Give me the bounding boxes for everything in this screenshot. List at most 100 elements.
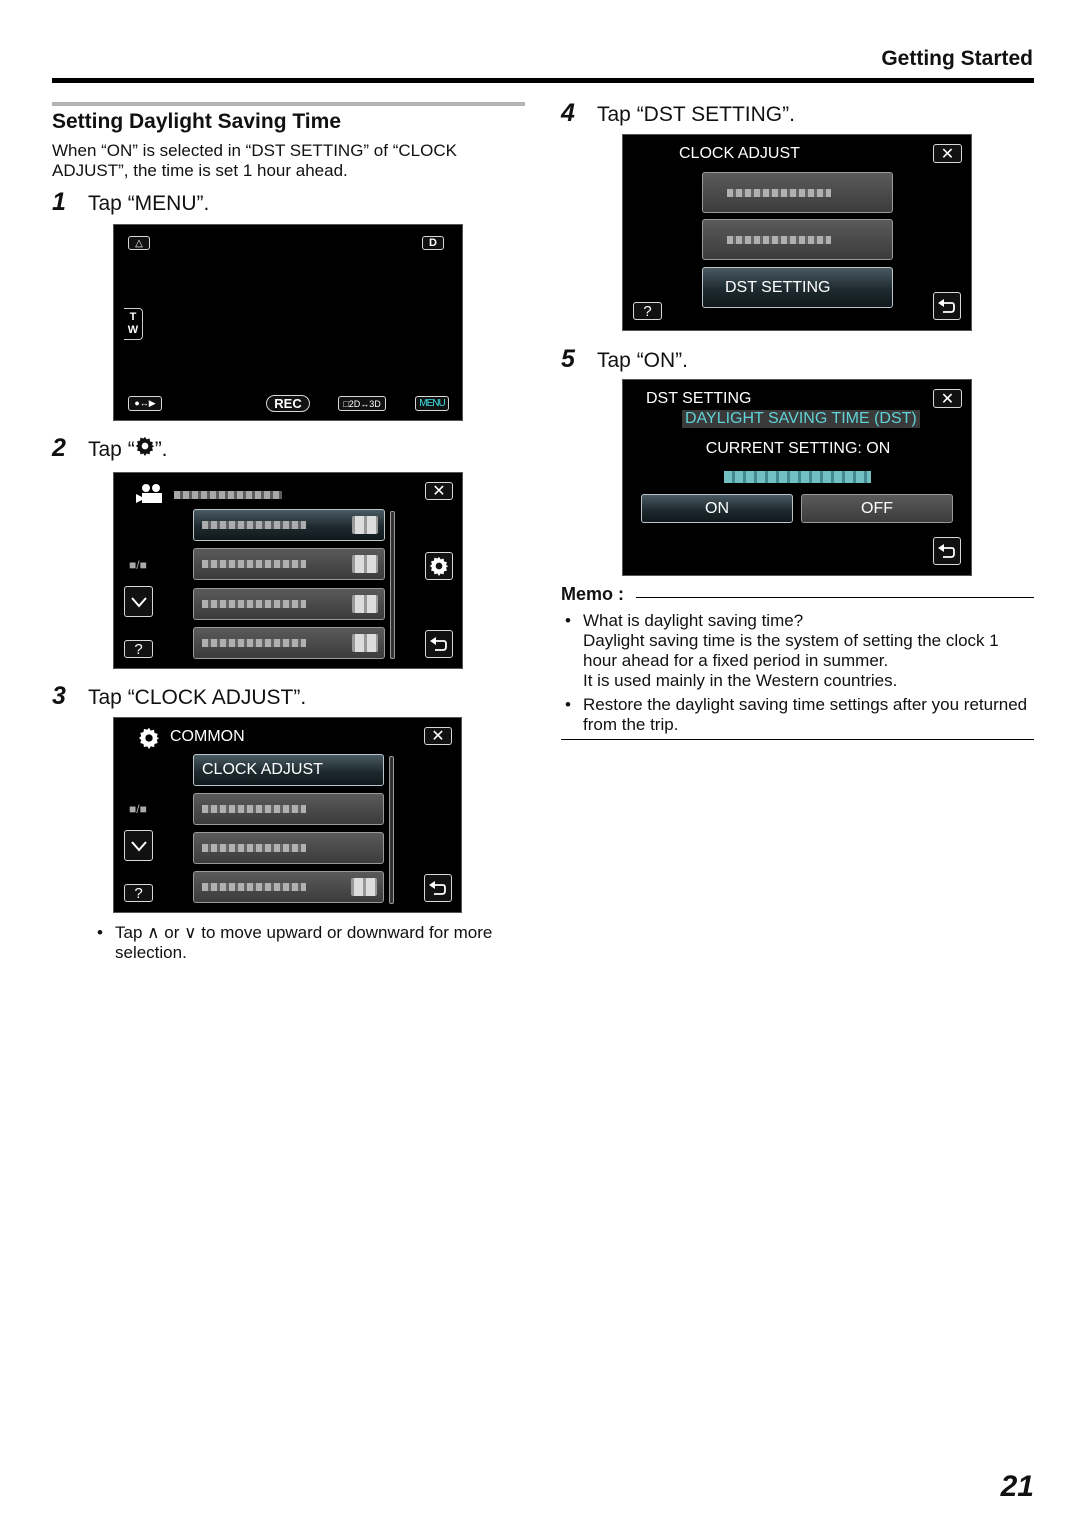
scrollbar[interactable] (390, 511, 395, 659)
step-text: Tap “DST SETTING”. (597, 103, 795, 126)
memo-bottom-rule (561, 739, 1034, 740)
question-icon: ? (134, 884, 143, 902)
screen-record-mode: △ D T W ●↔▶ REC □2D↔3D MENU (113, 224, 463, 421)
menu-button[interactable]: MENU (415, 396, 449, 411)
step-3-note: Tap ∧ or ∨ to move upward or downward fo… (97, 923, 515, 963)
close-icon[interactable]: ✕ (933, 389, 962, 408)
return-icon (430, 637, 447, 651)
step-number: 3 (52, 682, 66, 710)
menu-title: COMMON (170, 728, 245, 745)
step-text: Tap “MENU”. (88, 192, 210, 215)
menu-item-clock-adjust[interactable]: CLOCK ADJUST (193, 754, 384, 786)
memo-title: Memo : (561, 584, 624, 604)
close-icon[interactable]: ✕ (933, 144, 962, 163)
scroll-down-button[interactable] (124, 830, 153, 861)
step-number: 2 (52, 434, 66, 462)
rec-button[interactable]: REC (266, 395, 310, 412)
gear-icon (138, 727, 160, 749)
off-label: OFF (861, 499, 893, 517)
warning-icon[interactable]: △ (128, 236, 150, 250)
menu-title: DST SETTING (646, 390, 752, 407)
close-icon[interactable]: ✕ (424, 727, 452, 745)
chevron-down-icon (130, 596, 147, 608)
help-button[interactable]: ? (124, 640, 153, 658)
step-text-after: ”. (154, 438, 168, 461)
header-rule (52, 78, 1034, 83)
return-icon (429, 881, 446, 895)
off-button[interactable]: OFF (801, 494, 953, 523)
screen-common-menu: COMMON ✕ CLOCK ADJUST ■/■ ? (113, 717, 462, 913)
memo-rule (636, 597, 1034, 598)
page-number: 21 (1000, 1470, 1034, 1503)
menu-title: CLOCK ADJUST (679, 145, 800, 162)
scrollbar[interactable] (389, 756, 394, 904)
screen-video-menu: ✕ ■/■ ? (113, 472, 463, 669)
intro-text: When “ON” is selected in “DST SETTING” o… (52, 141, 457, 180)
chapter-header: Getting Started (881, 47, 1033, 70)
question-icon: ? (134, 640, 143, 658)
menu-title-blurred (174, 486, 282, 504)
movie-camera-icon (136, 484, 162, 503)
section-rule (52, 102, 525, 106)
2d-3d-toggle-button[interactable]: □2D↔3D (338, 396, 386, 411)
zoom-slider[interactable]: T W (124, 308, 143, 340)
return-icon (938, 299, 955, 313)
screen-dst-setting: DST SETTING ✕ DAYLIGHT SAVING TIME (DST)… (622, 379, 972, 576)
help-button[interactable]: ? (633, 302, 662, 320)
menu-item[interactable] (193, 588, 385, 620)
step-2: 2 Tap “ ”. (52, 434, 168, 463)
zoom-tele: T (129, 311, 137, 323)
chevron-down-icon (130, 840, 147, 852)
menu-item[interactable] (193, 509, 385, 541)
step-number: 4 (561, 99, 575, 127)
dst-info-blurred (724, 470, 871, 488)
screen-clock-adjust: CLOCK ADJUST ✕ DST SETTING ? (622, 134, 972, 331)
page-indicator: ■/■ (129, 558, 147, 572)
menu-item-label: DST SETTING (725, 278, 831, 296)
step-5: 5 Tap “ON”. (561, 345, 688, 374)
step-1: 1 Tap “MENU”. (52, 188, 209, 217)
rec-label: REC (274, 396, 302, 411)
menu-item-label: CLOCK ADJUST (202, 761, 323, 778)
step-text-before: Tap “ (88, 438, 135, 461)
menu-item[interactable] (702, 219, 893, 260)
menu-item[interactable] (702, 172, 893, 213)
menu-item[interactable] (193, 793, 384, 825)
memo-bullet: What is daylight saving time? Daylight s… (565, 611, 1033, 691)
memo-bullet: Restore the daylight saving time setting… (565, 695, 1033, 735)
step-number: 5 (561, 345, 575, 373)
record-play-toggle-icon[interactable]: ●↔▶ (128, 396, 162, 411)
menu-item-dst-setting[interactable]: DST SETTING (702, 267, 893, 308)
step-text: Tap “ON”. (597, 349, 689, 372)
back-button[interactable] (425, 630, 453, 658)
step-text: Tap “CLOCK ADJUST”. (88, 686, 307, 709)
on-label: ON (705, 499, 729, 517)
gear-icon (429, 556, 449, 576)
menu-item[interactable] (193, 871, 384, 903)
back-button[interactable] (933, 537, 961, 565)
section-title: Setting Daylight Saving Time (52, 110, 341, 133)
menu-label: MENU (419, 398, 445, 409)
2d-3d-label: □2D↔3D (343, 398, 381, 409)
display-button[interactable]: D (422, 236, 444, 250)
menu-item[interactable] (193, 832, 384, 864)
gear-icon (135, 436, 154, 456)
back-button[interactable] (424, 874, 452, 902)
menu-item[interactable] (193, 548, 385, 580)
on-button[interactable]: ON (641, 494, 793, 523)
settings-button[interactable] (425, 552, 453, 580)
question-icon: ? (643, 302, 652, 320)
scroll-down-button[interactable] (124, 586, 153, 617)
zoom-wide: W (127, 324, 139, 336)
display-label: D (429, 237, 437, 249)
step-number: 1 (52, 188, 66, 216)
help-button[interactable]: ? (124, 884, 153, 902)
dst-subtitle: DAYLIGHT SAVING TIME (DST) (682, 410, 920, 428)
menu-item[interactable] (193, 627, 385, 659)
step-3: 3 Tap “CLOCK ADJUST”. (52, 682, 306, 711)
back-button[interactable] (933, 292, 961, 320)
current-setting: CURRENT SETTING: ON (705, 440, 891, 457)
close-icon[interactable]: ✕ (425, 482, 453, 500)
step-4: 4 Tap “DST SETTING”. (561, 99, 795, 128)
page-indicator: ■/■ (129, 802, 147, 816)
